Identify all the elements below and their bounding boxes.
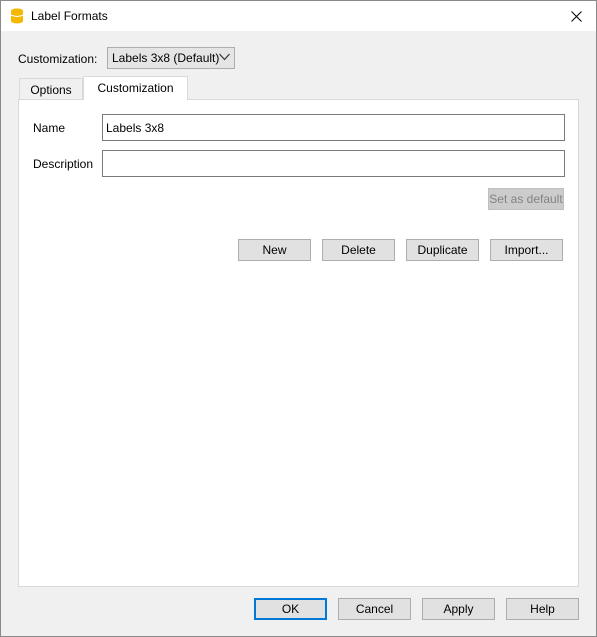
tab-options[interactable]: Options bbox=[19, 78, 83, 100]
duplicate-button[interactable]: Duplicate bbox=[406, 239, 479, 261]
name-label: Name bbox=[33, 121, 66, 135]
tab-customization-label: Customization bbox=[97, 81, 174, 95]
description-field[interactable] bbox=[102, 150, 565, 177]
label-formats-dialog: Label Formats Customization: Labels 3x8 … bbox=[0, 0, 597, 637]
database-icon bbox=[10, 8, 24, 24]
customization-select[interactable]: Labels 3x8 (Default) bbox=[107, 47, 235, 69]
close-button[interactable] bbox=[556, 1, 596, 31]
tab-customization[interactable]: Customization bbox=[83, 76, 188, 100]
help-button[interactable]: Help bbox=[506, 598, 579, 620]
ok-button[interactable]: OK bbox=[254, 598, 327, 620]
chevron-down-icon bbox=[219, 53, 230, 61]
customization-label: Customization: bbox=[18, 52, 98, 66]
cancel-button[interactable]: Cancel bbox=[338, 598, 411, 620]
delete-button[interactable]: Delete bbox=[322, 239, 395, 261]
tab-options-label: Options bbox=[30, 83, 72, 97]
import-button[interactable]: Import... bbox=[490, 239, 563, 261]
set-as-default-button[interactable]: Set as default bbox=[488, 188, 564, 210]
new-button[interactable]: New bbox=[238, 239, 311, 261]
customization-panel: Name Description Set as default New Dele… bbox=[18, 99, 579, 587]
customization-selected-value: Labels 3x8 (Default) bbox=[112, 51, 220, 65]
title-bar: Label Formats bbox=[1, 1, 596, 31]
window-title: Label Formats bbox=[31, 9, 108, 23]
name-field[interactable] bbox=[102, 114, 565, 141]
description-label: Description bbox=[33, 157, 94, 171]
close-icon bbox=[570, 10, 582, 22]
apply-button[interactable]: Apply bbox=[422, 598, 495, 620]
